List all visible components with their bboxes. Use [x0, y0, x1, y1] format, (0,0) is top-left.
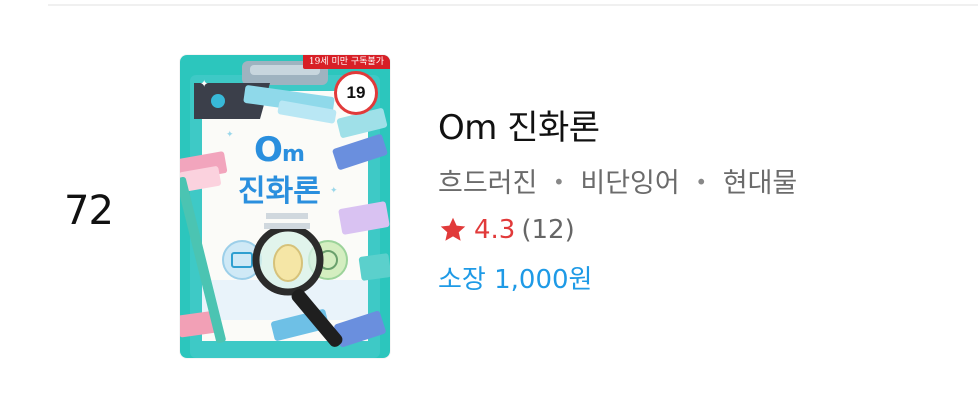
separator-dot: ・	[687, 168, 715, 199]
svg-text:✦: ✦	[330, 186, 338, 196]
top-divider	[48, 4, 978, 6]
separator-dot: ・	[545, 168, 573, 199]
rating-row: 4.3 (12)	[438, 212, 797, 248]
age-rating-badge: 19	[334, 71, 378, 115]
genre-label: 현대물	[722, 168, 798, 199]
svg-text:O: O	[254, 130, 283, 170]
adult-only-banner: 19세 미만 구독불가	[302, 55, 390, 69]
book-title[interactable]: Om 진화론	[438, 104, 797, 152]
book-cover[interactable]: O m 진화론 ✦ ✦ ✦ 19세 미만 구독불가 19	[180, 55, 390, 358]
author-line: 흐드러진 ・ 비단잉어 ・ 현대물	[438, 166, 797, 202]
star-icon	[440, 217, 466, 241]
svg-text:진화론: 진화론	[238, 174, 321, 209]
rating-count: (12)	[521, 215, 575, 245]
price-label: 소장 1,000원	[438, 265, 593, 295]
author-name[interactable]: 흐드러진	[438, 168, 537, 199]
svg-text:✦: ✦	[226, 130, 234, 140]
book-info: Om 진화론 흐드러진 ・ 비단잉어 ・ 현대물 4.3 (12) 소장 1,000원	[438, 104, 797, 298]
rating-value: 4.3	[474, 215, 516, 245]
rank-number: 72	[64, 188, 114, 234]
svg-text:✦: ✦	[200, 79, 208, 90]
author-name[interactable]: 비단잉어	[580, 168, 679, 199]
svg-text:m: m	[282, 142, 305, 167]
